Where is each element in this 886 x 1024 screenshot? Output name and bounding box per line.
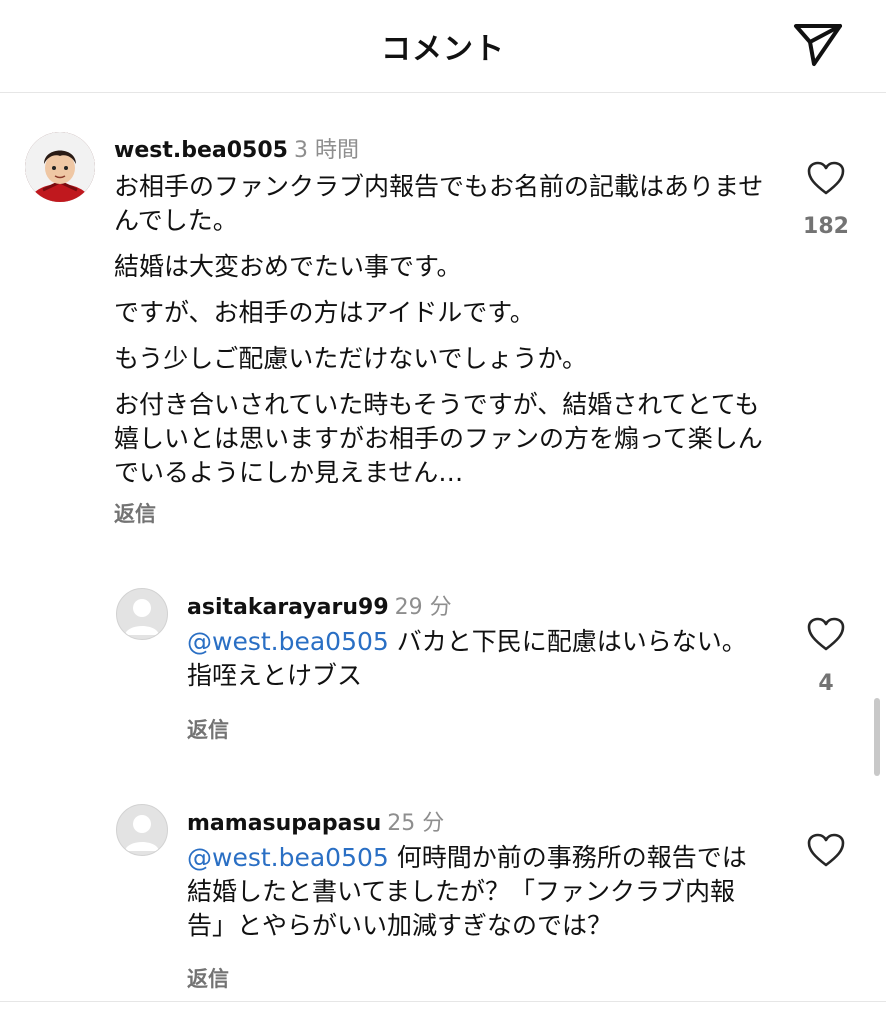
- comment-meta: west.bea0505 3 時間: [114, 132, 359, 164]
- scrollbar-thumb[interactable]: [874, 698, 880, 776]
- profile-photo-icon: [25, 132, 95, 202]
- page-title: コメント: [381, 32, 505, 67]
- comment-paragraph: お相手のファンクラブ内報告でもお名前の記載はありませんでした。: [114, 172, 764, 235]
- comment-paragraph: 結婚は大変おめでたい事です。: [114, 252, 462, 281]
- comment-time: 25 分: [387, 811, 445, 836]
- mention-link[interactable]: @west.bea0505: [187, 627, 389, 656]
- avatar[interactable]: [25, 132, 95, 202]
- divider: [0, 1001, 886, 1002]
- comment-time: 29 分: [394, 595, 452, 620]
- comment-time: 3 時間: [293, 138, 359, 163]
- comment-username[interactable]: west.bea0505: [114, 138, 288, 163]
- like-button[interactable]: [806, 616, 846, 652]
- comments-header: コメント: [0, 0, 886, 93]
- comment-meta: mamasupapasu 25 分: [187, 805, 444, 837]
- default-avatar-icon: [125, 599, 159, 635]
- like-count: 182: [803, 214, 849, 239]
- like-button[interactable]: [806, 832, 846, 868]
- reply-button[interactable]: 返信: [187, 714, 229, 744]
- comment-paragraph: もう少しご配慮いただけないでしょうか。: [114, 344, 588, 373]
- comment-text: @west.bea0505 バカと下民に配慮はいらない。指咥えとけブス: [187, 625, 765, 693]
- reply-button[interactable]: 返信: [114, 498, 156, 528]
- comments-sheet: コメント west.bea0505 3 時間 お相手のファンクラブ内報告でもお名前…: [0, 0, 886, 1024]
- mention-link[interactable]: @west.bea0505: [187, 843, 389, 872]
- paper-plane-icon: [794, 24, 842, 66]
- like-button[interactable]: [806, 160, 846, 196]
- heart-icon: [807, 833, 845, 867]
- heart-icon: [807, 617, 845, 651]
- comment-username[interactable]: asitakarayaru99: [187, 595, 389, 620]
- heart-icon: [807, 161, 845, 195]
- comment-username[interactable]: mamasupapasu: [187, 811, 381, 836]
- default-avatar-icon: [125, 815, 159, 851]
- comment-text: @west.bea0505 何時間か前の事務所の報告では結婚したと書いてましたが…: [187, 841, 765, 943]
- comment-paragraph: ですが、お相手の方はアイドルです。: [114, 298, 535, 327]
- like-count: 4: [818, 671, 834, 696]
- share-button[interactable]: [792, 20, 844, 68]
- avatar[interactable]: [116, 588, 168, 640]
- reply-button[interactable]: 返信: [187, 963, 229, 993]
- comment-paragraph: お付き合いされていた時もそうですが、結婚されてとても嬉しいとは思いますがお相手の…: [114, 390, 763, 487]
- comment-meta: asitakarayaru99 29 分: [187, 589, 452, 621]
- avatar[interactable]: [116, 804, 168, 856]
- comment-text: お相手のファンクラブ内報告でもお名前の記載はありませんでした。 結婚は大変おめで…: [114, 170, 764, 502]
